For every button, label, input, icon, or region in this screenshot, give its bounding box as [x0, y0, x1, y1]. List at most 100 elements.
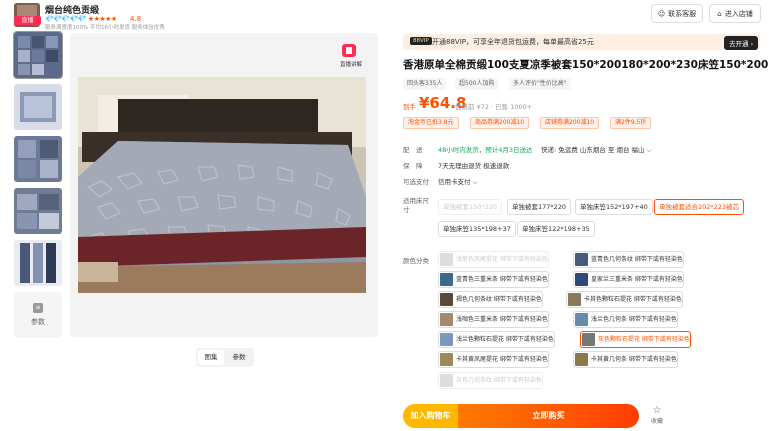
color-option-label: 蓝青色三重米条 绑带下或有轻染色 — [456, 276, 548, 283]
favorite-label: 收藏 — [650, 418, 663, 425]
chip-review[interactable]: 多人评价"性价比高" — [509, 78, 571, 90]
coupon-shop[interactable]: 店铺券满200减10 — [540, 117, 600, 129]
swatch-image — [575, 273, 588, 286]
color-option[interactable]: 褐色几何条纹 绑带下或有轻染色 — [438, 291, 543, 308]
size-option[interactable]: 单独床笠152*197+40 — [575, 199, 653, 215]
size-option-selected[interactable]: 单独被套适合202*223被芯 — [654, 199, 745, 215]
thumbnail-4[interactable] — [14, 188, 62, 234]
purchase-bar: 加入购物车 立即购买 — [403, 404, 639, 428]
star-icon: ☆ — [652, 405, 662, 416]
swatch-image — [575, 313, 588, 326]
payment-label: 可选支付 — [403, 178, 429, 186]
thumbnail-2[interactable] — [14, 84, 62, 130]
chip-cart-adds: 超500人加购 — [455, 78, 499, 90]
enter-shop-label: 进入店铺 — [724, 9, 753, 18]
price-original: 优惠前 ¥72 · 已售 1000+ — [455, 103, 533, 111]
shop-rating: 💎💎💎💎💎 ★★★★★ — [45, 15, 117, 23]
swatch-image — [582, 333, 595, 346]
guarantee-text[interactable]: 7天无理由退货 极速退款 — [438, 160, 509, 170]
payment-text[interactable]: 信用卡支付 ⌵ — [438, 176, 478, 187]
color-option[interactable]: 卡其色颗粒石提花 绑带下或有轻染色 — [566, 291, 683, 308]
swatch-image — [440, 374, 453, 387]
param-thumbnail-label: 参数 — [31, 318, 45, 326]
thumbnail-5[interactable] — [14, 240, 62, 286]
size-option[interactable]: 单独床笠135*198+37 — [438, 221, 516, 237]
color-option-label: 浅紫色凤尾提花 绑带下或有轻染色 — [456, 256, 548, 263]
live-explain-icon[interactable] — [342, 44, 356, 57]
size-option[interactable]: 单独被套177*220 — [507, 199, 572, 215]
swatch-image — [440, 273, 453, 286]
color-option[interactable]: 浅咖色三重米条 绑带下或有轻染色 — [438, 311, 549, 328]
color-option[interactable]: 浅兰色颗粒石提花 绑带下或有轻染色 — [438, 331, 555, 348]
swatch-image — [440, 353, 453, 366]
vip-tag: 88VIP — [410, 37, 432, 45]
swatch-image — [575, 353, 588, 366]
enter-shop-button[interactable]: ⌂ 进入店铺 — [709, 4, 761, 23]
size-label: 适用床尺寸 — [403, 197, 429, 214]
color-option-label: 灰色几何条纹 绑带下或有轻染色 — [456, 377, 542, 384]
coupon-item[interactable]: 商品券满200减10 — [470, 117, 530, 129]
color-option[interactable]: 浅紫色凤尾提花 绑带下或有轻染色 — [438, 251, 549, 268]
product-photo[interactable] — [78, 77, 366, 293]
coupon-coins[interactable]: 淘金币已抵3.8元 — [403, 117, 459, 129]
chip-returning: 回头客335人 — [403, 78, 447, 90]
color-option[interactable]: 卡其黄几何条 绑带下或有轻染色 — [573, 351, 678, 368]
shop-score: 4.8 — [130, 15, 142, 23]
tab-gallery[interactable]: 图集 — [198, 350, 224, 365]
shop-icon: ⌂ — [717, 9, 722, 18]
delivery-method[interactable]: 快递: 免运费 山东烟台 至 烟台 福山 ⌵ — [541, 144, 652, 155]
gallery-tabs: 图集 参数 — [196, 348, 254, 367]
buy-now-button[interactable]: 立即购买 — [458, 404, 639, 428]
color-option-label: 灰色颗粒石提花 绑带下或有轻染色 — [598, 336, 690, 343]
color-option[interactable]: 蓝青色三重米条 绑带下或有轻染色 — [438, 271, 549, 288]
color-option[interactable]: 浅兰色几何条 绑带下或有轻染色 — [573, 311, 678, 328]
swatch-image — [568, 293, 581, 306]
swatch-image — [440, 293, 453, 306]
product-page: 直播 烟台纯色贡缎 💎💎💎💎💎 ★★★★★ 4.8 服务满意度100% 平均16… — [0, 0, 772, 431]
vip-open-button[interactable]: 去开通 › — [724, 36, 759, 50]
swatch-image — [575, 253, 588, 266]
tab-params[interactable]: 参数 — [226, 350, 252, 365]
thumbnail-3[interactable] — [14, 136, 62, 182]
color-label: 颜色分类 — [403, 257, 429, 265]
color-option-selected[interactable]: 灰色颗粒石提花 绑带下或有轻染色 — [580, 331, 691, 348]
color-option-label: 浅兰色颗粒石提花 绑带下或有轻染色 — [456, 336, 554, 343]
star-icons: ★★★★★ — [87, 15, 117, 23]
favorite-button[interactable]: ☆ 收藏 — [647, 405, 667, 425]
thumbnail-1[interactable] — [13, 31, 63, 79]
live-explain-label[interactable]: 直播讲解 — [340, 60, 362, 68]
color-option-label: 皇家兰三重米条 绑带下或有轻染色 — [591, 276, 683, 283]
diamond-icons: 💎💎💎💎💎 — [45, 15, 87, 23]
document-icon: ≡ — [33, 303, 43, 313]
headset-icon: ☺ — [657, 9, 666, 18]
shop-meta: 服务满意度100% 平均16小时发货 服务体验优秀 — [45, 25, 165, 31]
guarantee-label: 保 障 — [403, 162, 423, 170]
param-thumbnail[interactable]: ≡ 参数 — [14, 292, 62, 338]
swatch-image — [440, 333, 453, 346]
swatch-image — [440, 253, 453, 266]
color-option[interactable]: 皇家兰三重米条 绑带下或有轻染色 — [573, 271, 684, 288]
color-option-label: 蓝青色几何条纹 绑带下或有轻染色 — [591, 256, 683, 263]
color-option-label: 卡其黄几何条 绑带下或有轻染色 — [591, 356, 677, 363]
add-to-cart-button[interactable]: 加入购物车 — [403, 404, 458, 428]
color-option-label: 浅兰色几何条 绑带下或有轻染色 — [591, 316, 677, 323]
color-option-label: 褐色几何条纹 绑带下或有轻染色 — [456, 296, 542, 303]
price-label: 到手 — [403, 103, 416, 111]
delivery-label: 配 送 — [403, 146, 423, 154]
contact-service-label: 联系客服 — [668, 9, 697, 18]
color-option[interactable]: 卡其黄凤尾提花 绑带下或有轻染色 — [438, 351, 549, 368]
color-option-label: 卡其色颗粒石提花 绑带下或有轻染色 — [584, 296, 682, 303]
vip-text: 开通88VIP，可享全年退货包运费，每单最高省25元 — [432, 38, 594, 46]
swatch-image — [440, 313, 453, 326]
delivery-ship: 48小时内发货，预计4月3日送达 — [438, 146, 533, 154]
color-option-label: 卡其黄凤尾提花 绑带下或有轻染色 — [456, 356, 548, 363]
color-option[interactable]: 蓝青色几何条纹 绑带下或有轻染色 — [573, 251, 684, 268]
thumbnail-list: ≡ 参数 — [13, 31, 63, 338]
color-option-label: 浅咖色三重米条 绑带下或有轻染色 — [456, 316, 548, 323]
color-option[interactable]: 灰色几何条纹 绑带下或有轻染色 — [438, 372, 543, 389]
size-option[interactable]: 单独床笠122*198+35 — [517, 221, 595, 237]
coupon-multi[interactable]: 满2件9.5折 — [610, 117, 652, 129]
live-badge[interactable]: 直播 — [14, 16, 41, 25]
contact-service-button[interactable]: ☺ 联系客服 — [651, 4, 703, 23]
size-option[interactable]: 单独被套150*220 — [438, 199, 503, 215]
